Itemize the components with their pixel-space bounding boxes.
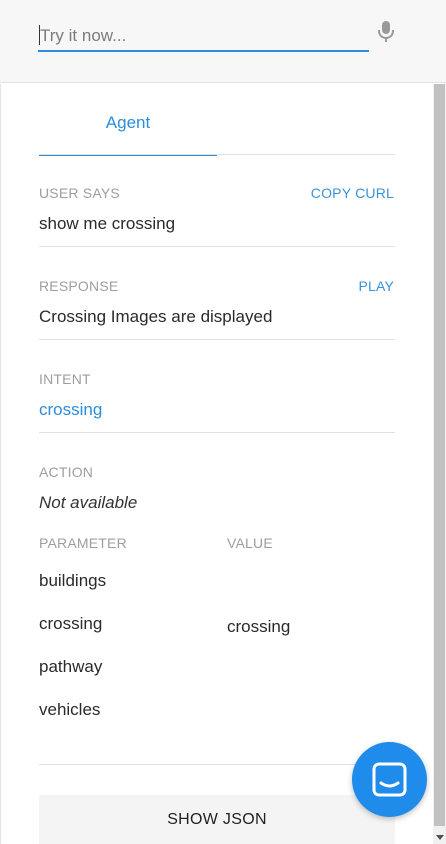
intent-link[interactable]: crossing bbox=[39, 400, 102, 420]
response-label: RESPONSE bbox=[39, 278, 119, 294]
divider bbox=[39, 764, 395, 765]
parameter-name: buildings bbox=[39, 571, 107, 590]
response-value: Crossing Images are displayed bbox=[39, 307, 273, 326]
tabs-divider bbox=[39, 154, 395, 155]
parameter-name: pathway bbox=[39, 657, 103, 676]
show-json-button[interactable]: SHOW JSON bbox=[39, 795, 395, 844]
parameter-header: PARAMETER bbox=[39, 535, 127, 551]
text-cursor bbox=[39, 25, 40, 45]
action-value: Not available bbox=[39, 493, 138, 512]
chat-launcher-button[interactable] bbox=[352, 742, 427, 817]
parameter-name: vehicles bbox=[39, 700, 101, 719]
divider bbox=[39, 432, 395, 433]
tab-agent-label: Agent bbox=[105, 113, 151, 132]
divider bbox=[39, 339, 395, 340]
divider bbox=[39, 246, 395, 247]
microphone-icon[interactable] bbox=[376, 20, 396, 44]
play-link[interactable]: PLAY bbox=[358, 278, 394, 294]
scrollbar-thumb[interactable] bbox=[434, 84, 445, 826]
value-header: VALUE bbox=[227, 535, 273, 551]
tab-agent[interactable]: Agent bbox=[39, 110, 217, 156]
action-label: ACTION bbox=[39, 464, 94, 480]
scroll-down-arrow-icon[interactable] bbox=[436, 835, 444, 840]
user-says-label: USER SAYS bbox=[39, 185, 120, 201]
user-says-value: show me crossing bbox=[39, 214, 176, 233]
result-panel: Agent USER SAYS COPY CURL show me crossi… bbox=[0, 84, 433, 844]
test-console-header bbox=[0, 0, 446, 83]
scrollbar[interactable] bbox=[433, 84, 446, 844]
parameter-value: crossing bbox=[227, 617, 291, 636]
parameter-name: crossing bbox=[39, 614, 103, 633]
try-it-now-input[interactable] bbox=[38, 22, 369, 52]
intent-label: INTENT bbox=[39, 371, 91, 387]
copy-curl-link[interactable]: COPY CURL bbox=[311, 185, 394, 201]
chat-icon bbox=[372, 762, 407, 797]
